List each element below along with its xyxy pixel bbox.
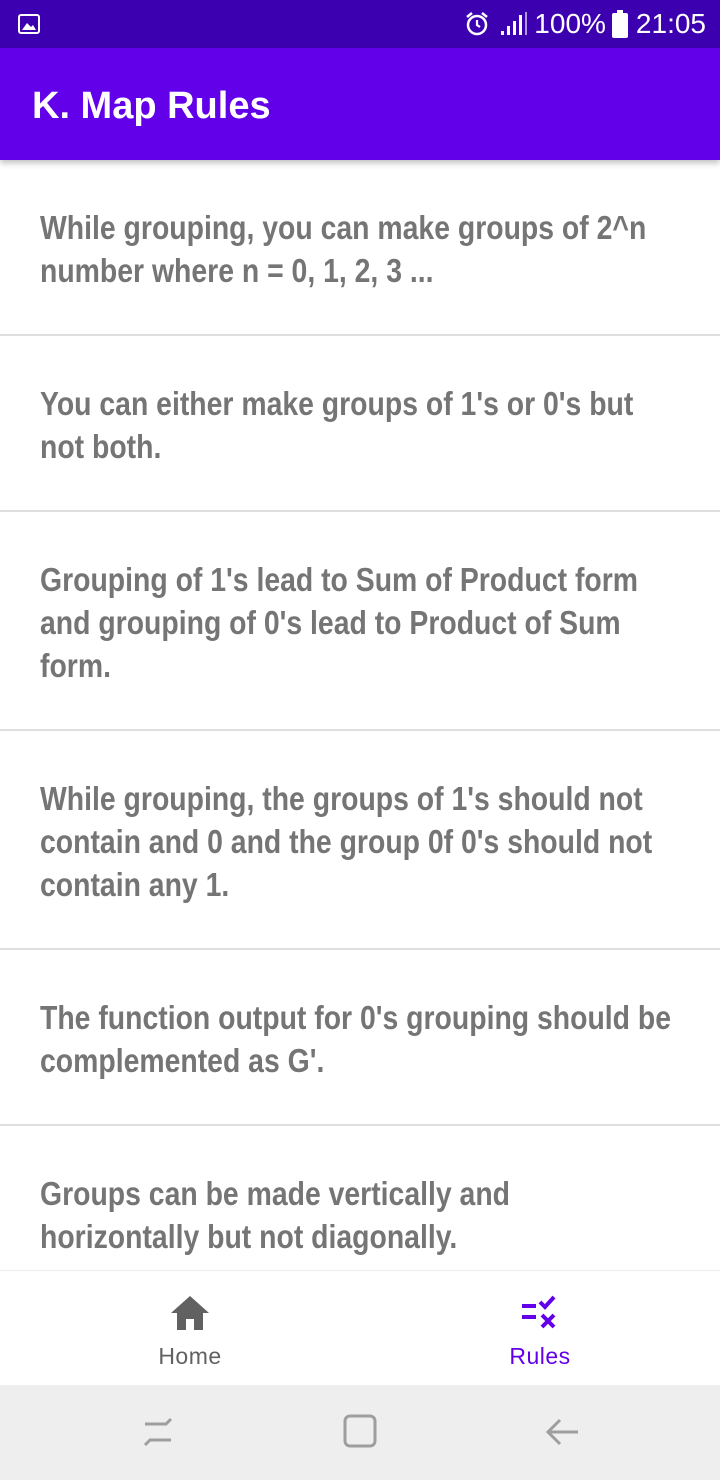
list-item: You can either make groups of 1's or 0's… [0,336,720,512]
status-indicators: 100% 21:05 [464,0,706,48]
rules-list[interactable]: While grouping, you can make groups of 2… [0,160,720,1270]
rule-text: While grouping, the groups of 1's should… [40,780,653,903]
gallery-icon [18,14,40,34]
list-item: The function output for 0's grouping sho… [0,950,720,1126]
list-item: Grouping of 1's lead to Sum of Product f… [0,512,720,731]
signal-icon [501,12,528,35]
alarm-icon [466,12,489,36]
list-item: Groups can be made vertically and horizo… [0,1126,720,1270]
system-navigation-bar [0,1384,720,1480]
bottom-navigation: Home Rules [0,1270,720,1385]
list-item: While grouping, you can make groups of 2… [0,160,720,336]
rule-text: While grouping, you can make groups of 2… [40,209,647,289]
battery-icon [611,10,628,38]
rule-text: Groups can be made vertically and horizo… [40,1175,511,1255]
rule-text: Grouping of 1's lead to Sum of Product f… [40,561,639,684]
recents-icon[interactable] [136,1410,180,1454]
back-arrow-icon[interactable] [540,1410,584,1454]
rule-text: You can either make groups of 1's or 0's… [40,385,634,465]
status-clock: 21:05 [635,8,706,39]
battery-percentage: 100% [534,8,606,39]
list-item: While grouping, the groups of 1's should… [0,731,720,950]
page-title: K. Map Rules [32,85,271,127]
nav-label-home: Home [158,1343,222,1369]
app-bar: K. Map Rules [0,48,720,160]
nav-label-rules: Rules [509,1343,571,1369]
status-bar: 100% 21:05 [0,0,720,48]
home-square-icon[interactable] [338,1410,382,1454]
home-icon [171,1296,209,1330]
rule-text: The function output for 0's grouping sho… [40,999,672,1079]
nav-item-rules[interactable]: Rules [360,1271,720,1385]
rules-checklist-icon [522,1295,556,1329]
nav-item-home[interactable]: Home [10,1271,370,1385]
